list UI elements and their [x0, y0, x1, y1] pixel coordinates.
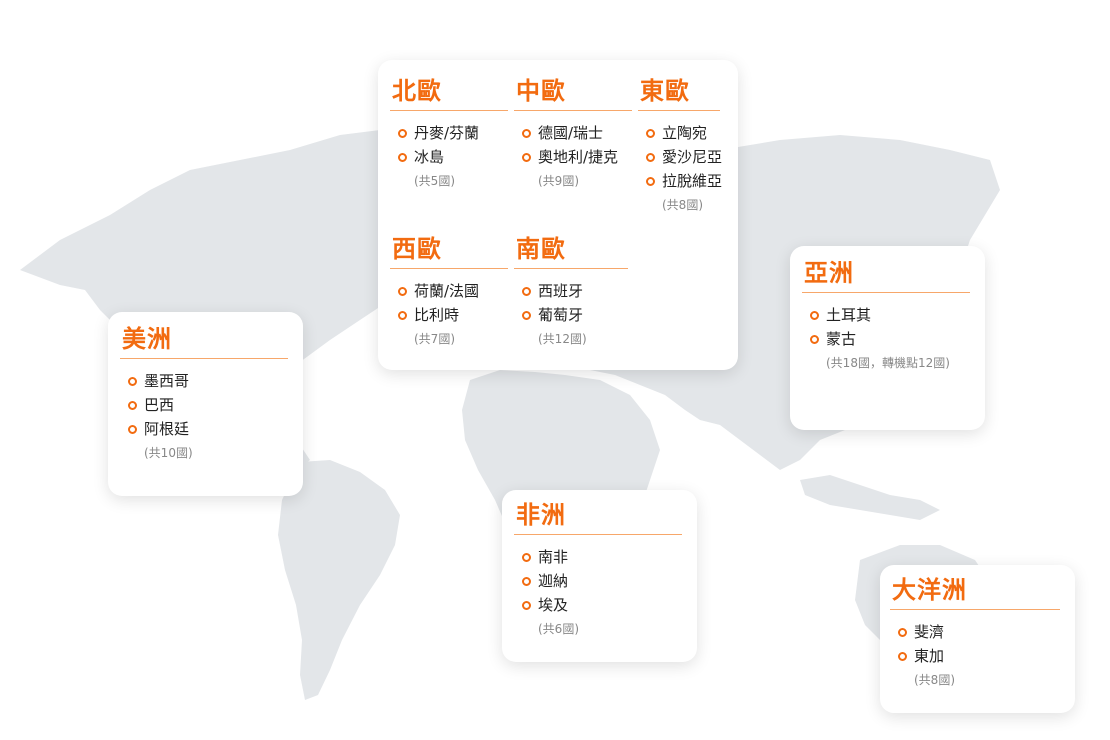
country-list: 荷蘭/法國 比利時: [390, 279, 508, 327]
list-item: 墨西哥: [128, 369, 288, 393]
region-title: 西歐: [390, 234, 508, 269]
country-list: 丹麥/芬蘭 冰島: [390, 121, 508, 169]
region-central-europe: 中歐 德國/瑞士 奧地利/捷克 (共9國): [514, 76, 632, 189]
list-item: 南非: [522, 545, 682, 569]
list-item: 荷蘭/法國: [398, 279, 508, 303]
list-item: 丹麥/芬蘭: [398, 121, 508, 145]
region-title: 亞洲: [802, 258, 970, 293]
country-count: (共18國，轉機點12國): [826, 356, 950, 370]
region-oceania: 大洋洲 斐濟 東加 (共8國): [890, 575, 1060, 688]
country-list: 墨西哥 巴西 阿根廷: [120, 369, 288, 441]
list-item: 葡萄牙: [522, 303, 628, 327]
region-title: 非洲: [514, 500, 682, 535]
country-count: (共9國): [538, 174, 579, 188]
region-east-europe: 東歐 立陶宛 愛沙尼亞 拉脫維亞 (共8國): [638, 76, 722, 213]
country-list: 西班牙 葡萄牙: [514, 279, 628, 327]
list-item: 埃及: [522, 593, 682, 617]
region-south-europe: 南歐 西班牙 葡萄牙 (共12國): [514, 234, 628, 347]
country-list: 斐濟 東加: [890, 620, 1060, 668]
country-list: 土耳其 蒙古: [802, 303, 970, 351]
region-title: 中歐: [514, 76, 632, 111]
region-africa: 非洲 南非 迦納 埃及 (共6國): [514, 500, 682, 637]
list-item: 東加: [898, 644, 1060, 668]
region-title: 大洋洲: [890, 575, 1060, 610]
africa-card: 非洲 南非 迦納 埃及 (共6國): [502, 490, 697, 662]
oceania-card: 大洋洲 斐濟 東加 (共8國): [880, 565, 1075, 713]
region-americas: 美洲 墨西哥 巴西 阿根廷 (共10國): [120, 324, 288, 461]
country-list: 立陶宛 愛沙尼亞 拉脫維亞: [638, 121, 722, 193]
list-item: 比利時: [398, 303, 508, 327]
list-item: 迦納: [522, 569, 682, 593]
americas-card: 美洲 墨西哥 巴西 阿根廷 (共10國): [108, 312, 303, 496]
region-asia: 亞洲 土耳其 蒙古 (共18國，轉機點12國): [802, 258, 970, 371]
list-item: 蒙古: [810, 327, 970, 351]
region-title: 北歐: [390, 76, 508, 111]
country-count: (共6國): [538, 622, 579, 636]
list-item: 愛沙尼亞: [646, 145, 722, 169]
country-list: 南非 迦納 埃及: [514, 545, 682, 617]
country-count: (共8國): [662, 198, 703, 212]
region-title: 東歐: [638, 76, 720, 111]
region-title: 南歐: [514, 234, 628, 269]
country-list: 德國/瑞士 奧地利/捷克: [514, 121, 632, 169]
region-north-europe: 北歐 丹麥/芬蘭 冰島 (共5國): [390, 76, 508, 189]
region-title: 美洲: [120, 324, 288, 359]
country-count: (共5國): [414, 174, 455, 188]
list-item: 立陶宛: [646, 121, 720, 145]
country-count: (共12國): [538, 332, 587, 346]
list-item: 拉脫維亞: [646, 169, 722, 193]
country-count: (共8國): [914, 673, 955, 687]
list-item: 德國/瑞士: [522, 121, 632, 145]
list-item: 巴西: [128, 393, 288, 417]
region-west-europe: 西歐 荷蘭/法國 比利時 (共7國): [390, 234, 508, 347]
asia-card: 亞洲 土耳其 蒙古 (共18國，轉機點12國): [790, 246, 985, 430]
indonesia-shape: [800, 475, 940, 520]
list-item: 奧地利/捷克: [522, 145, 632, 169]
country-count: (共10國): [144, 446, 193, 460]
list-item: 土耳其: [810, 303, 970, 327]
list-item: 阿根廷: [128, 417, 288, 441]
list-item: 斐濟: [898, 620, 1060, 644]
list-item: 冰島: [398, 145, 508, 169]
south-america-shape: [278, 460, 400, 700]
list-item: 西班牙: [522, 279, 628, 303]
europe-card: 北歐 丹麥/芬蘭 冰島 (共5國) 中歐 德國/瑞士 奧地利/捷克 (共9國) …: [378, 60, 738, 370]
country-count: (共7國): [414, 332, 455, 346]
